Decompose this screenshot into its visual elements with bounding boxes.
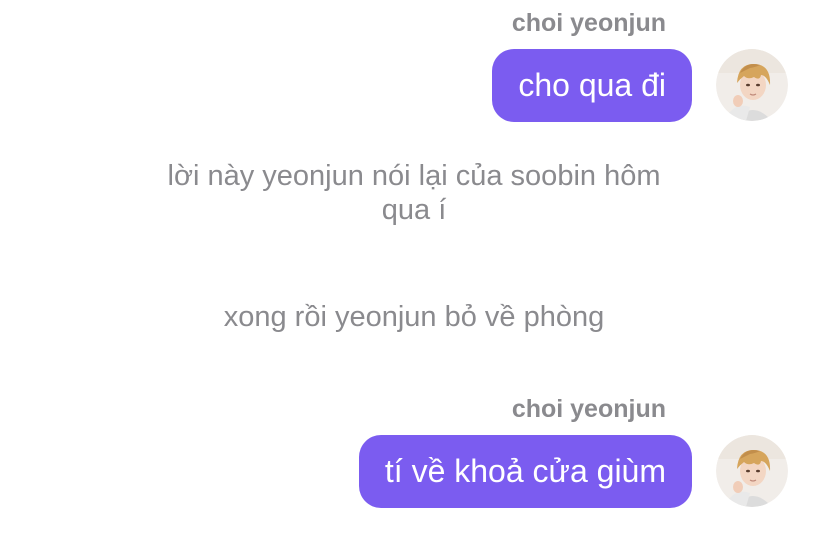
message-bubble[interactable]: cho qua đi xyxy=(492,49,692,122)
narration-text: lời này yeonjun nói lại của soobin hôm q… xyxy=(0,159,828,227)
sender-name: choi yeonjun xyxy=(511,395,666,423)
avatar[interactable] xyxy=(716,49,788,121)
message-text: tí về khoả cửa giùm xyxy=(384,453,666,489)
narration-line: xong rồi yeonjun bỏ về phòng xyxy=(223,301,605,333)
user-avatar-icon xyxy=(716,49,788,121)
avatar[interactable] xyxy=(716,435,788,507)
user-avatar-icon xyxy=(716,435,788,507)
message-bubble[interactable]: tí về khoả cửa giùm xyxy=(358,435,692,508)
narration-line: lời này yeonjun nói lại của soobin hôm xyxy=(167,160,661,192)
message-text: cho qua đi xyxy=(518,67,666,103)
sender-name: choi yeonjun xyxy=(511,9,666,37)
narration-line: qua í xyxy=(381,194,447,226)
narration-text: xong rồi yeonjun bỏ về phòng xyxy=(0,300,828,334)
